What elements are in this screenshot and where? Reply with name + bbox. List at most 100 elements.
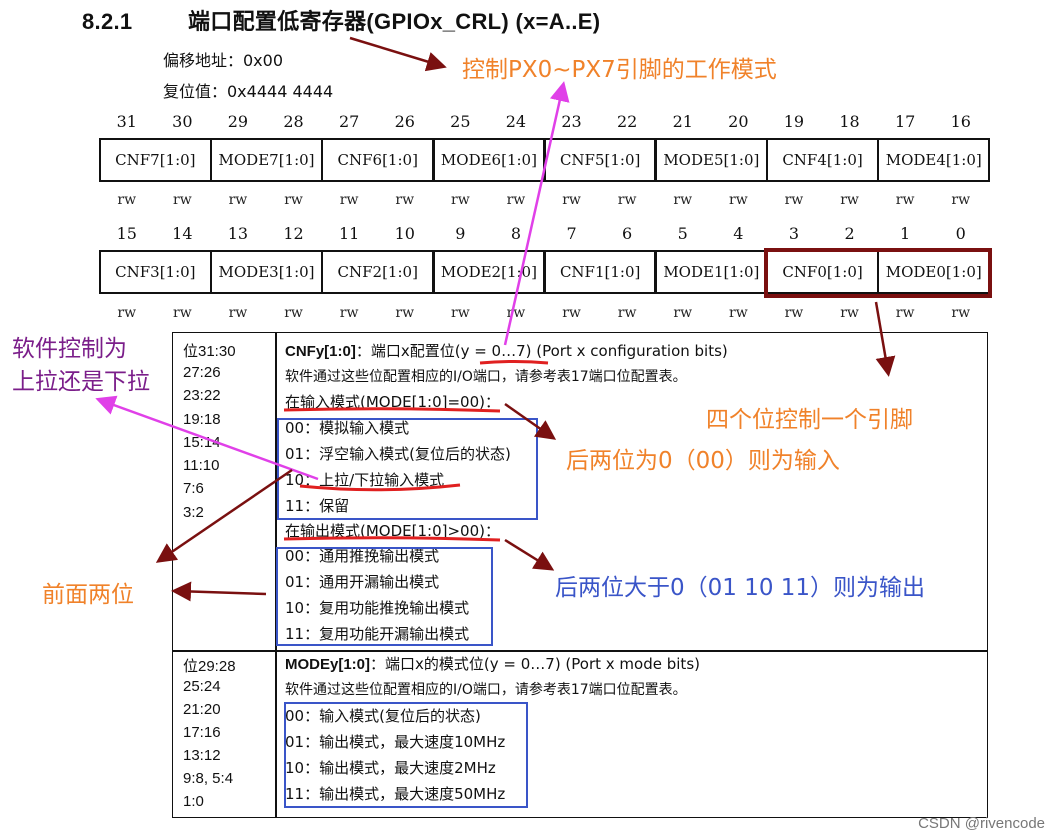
- offset-address: 偏移地址：0x00: [163, 51, 284, 70]
- section-title: 端口配置低寄存器(GPIOx_CRL) (x=A..E): [188, 9, 601, 34]
- upper-field-5: MODE5[1:0]: [655, 138, 768, 182]
- upper-access-9: rw: [617, 192, 637, 208]
- upper-access-6: rw: [451, 192, 470, 208]
- cnf-bitpos-5: 11:10: [183, 457, 220, 474]
- lower-bit-14: 14: [172, 224, 193, 243]
- lower-bit-15: 15: [116, 224, 137, 243]
- pin0-highlight-box: [764, 248, 992, 298]
- upper-access-0: rw: [117, 192, 137, 208]
- mode-bitpos-5: 9:8, 5:4: [183, 770, 234, 787]
- upper-bit-25: 25: [450, 112, 471, 131]
- lower-bit-11: 11: [338, 224, 360, 243]
- lower-access-15: rw: [951, 305, 971, 321]
- lower-access-9: rw: [617, 305, 637, 321]
- upper-field-6: CNF4[1:0]: [766, 138, 879, 182]
- upper-bit-30: 30: [172, 112, 193, 131]
- upper-access-1: rw: [173, 192, 192, 208]
- lower-field-2: CNF2[1:0]: [321, 250, 435, 294]
- lower-access-2: rw: [228, 305, 248, 321]
- upper-bit-20: 20: [728, 112, 749, 131]
- lower-access-13: rw: [840, 305, 859, 321]
- lower-access-10: rw: [673, 305, 693, 321]
- row-divider: [173, 650, 987, 652]
- upper-bit-29: 29: [227, 112, 249, 131]
- upper-access-10: rw: [673, 192, 693, 208]
- cnf-bitpos-2: 23:22: [183, 387, 221, 404]
- cnf-bitpos-1: 27:26: [183, 364, 221, 381]
- upper-access-5: rw: [395, 192, 415, 208]
- upper-access-14: rw: [895, 192, 915, 208]
- lower-access-4: rw: [339, 305, 359, 321]
- lower-access-12: rw: [784, 305, 804, 321]
- lower-bit-3: 3: [788, 224, 800, 243]
- mode-description: 软件通过这些位配置相应的I/O端口，请参考表17端口位配置表。: [285, 682, 687, 698]
- section-number: 8.2.1: [82, 9, 133, 34]
- upper-access-15: rw: [951, 192, 971, 208]
- upper-access-2: rw: [228, 192, 248, 208]
- lower-bit-2: 2: [844, 224, 855, 243]
- upper-access-13: rw: [840, 192, 859, 208]
- upper-access-8: rw: [562, 192, 581, 208]
- lower-field-5: MODE1[1:0]: [655, 250, 768, 294]
- annotation-four-bits: 四个位控制一个引脚: [706, 407, 913, 433]
- mode-items-box: [284, 702, 528, 808]
- cnf-description: 软件通过这些位配置相应的I/O端口，请参考表17端口位配置表。: [285, 369, 687, 385]
- lower-bit-4: 4: [733, 224, 744, 243]
- mode-bitpos-6: 1:0: [183, 793, 204, 810]
- mode-bitpos-3: 17:16: [183, 724, 221, 741]
- upper-bit-27: 27: [338, 112, 360, 131]
- mode-title-bold: MODEy[1:0]: [285, 656, 371, 673]
- section-heading: 8.2.1 端口配置低寄存器(GPIOx_CRL) (x=A..E): [82, 4, 600, 36]
- upper-field-1: MODE7[1:0]: [210, 138, 323, 182]
- lower-bit-5: 5: [677, 224, 688, 243]
- upper-bit-22: 22: [616, 112, 638, 131]
- lower-bit-9: 9: [455, 224, 466, 243]
- lower-bit-8: 8: [510, 224, 522, 243]
- watermark: CSDN @rivencode: [918, 815, 1045, 832]
- mode-bitpos-4: 13:12: [183, 747, 221, 764]
- upper-bit-26: 26: [394, 112, 415, 131]
- upper-field-0: CNF7[1:0]: [99, 138, 212, 182]
- lower-field-4: CNF1[1:0]: [543, 250, 657, 294]
- mode-bitpos-2: 21:20: [183, 701, 221, 718]
- upper-bit-18: 18: [839, 112, 860, 131]
- upper-bit-28: 28: [283, 112, 304, 131]
- upper-bit-19: 19: [783, 112, 805, 131]
- annotation-pull-line2: 上拉还是下拉: [12, 369, 150, 395]
- cnf-bitpos-6: 7:6: [183, 480, 204, 497]
- lower-access-3: rw: [284, 305, 303, 321]
- output-items-box: [276, 547, 493, 646]
- upper-access-3: rw: [284, 192, 303, 208]
- reset-value: 复位值：0x4444 4444: [163, 82, 334, 101]
- arrow-heading: [349, 36, 447, 72]
- upper-access-4: rw: [339, 192, 359, 208]
- lower-access-0: rw: [117, 305, 137, 321]
- annotation-output-rule: 后两位大于0（01 10 11）则为输出: [555, 575, 926, 601]
- lower-access-11: rw: [729, 305, 748, 321]
- annotation-front-two: 前面两位: [42, 582, 134, 608]
- annotation-px-pins: 控制PX0~PX7引脚的工作模式: [462, 57, 777, 83]
- mode-title-rest: ：端口x的模式位(y = 0…7) (Port x mode bits): [370, 655, 700, 673]
- lower-access-1: rw: [173, 305, 192, 321]
- annotation-pull-line1: 软件控制为: [12, 336, 127, 362]
- mode-bitpos-1: 25:24: [183, 678, 221, 695]
- annotation-input-rule: 后两位为0（00）则为输入: [566, 448, 840, 474]
- cnf-title-rest: ：端口x配置位(y = 0…7) (Port x configuration b…: [355, 342, 728, 360]
- cnf-bitpos-0: 位31:30: [183, 343, 236, 360]
- upper-field-2: CNF6[1:0]: [321, 138, 435, 182]
- lower-bit-10: 10: [394, 224, 415, 243]
- lower-bit-13: 13: [227, 224, 249, 243]
- mode-title: MODEy[1:0]：端口x的模式位(y = 0…7) (Port x mode…: [285, 653, 700, 674]
- lower-field-0: CNF3[1:0]: [99, 250, 212, 294]
- upper-field-4: CNF5[1:0]: [543, 138, 657, 182]
- lower-access-5: rw: [395, 305, 415, 321]
- upper-bit-21: 21: [672, 112, 693, 131]
- upper-access-11: rw: [729, 192, 748, 208]
- lower-bit-0: 0: [955, 224, 966, 243]
- lower-access-14: rw: [895, 305, 915, 321]
- upper-field-7: MODE4[1:0]: [877, 138, 991, 182]
- lower-bit-6: 6: [622, 224, 633, 243]
- cnf-output-mode-label: 在输出模式(MODE[1:0]>00)：: [285, 522, 500, 540]
- lower-access-8: rw: [562, 305, 581, 321]
- upper-bit-24: 24: [505, 112, 527, 131]
